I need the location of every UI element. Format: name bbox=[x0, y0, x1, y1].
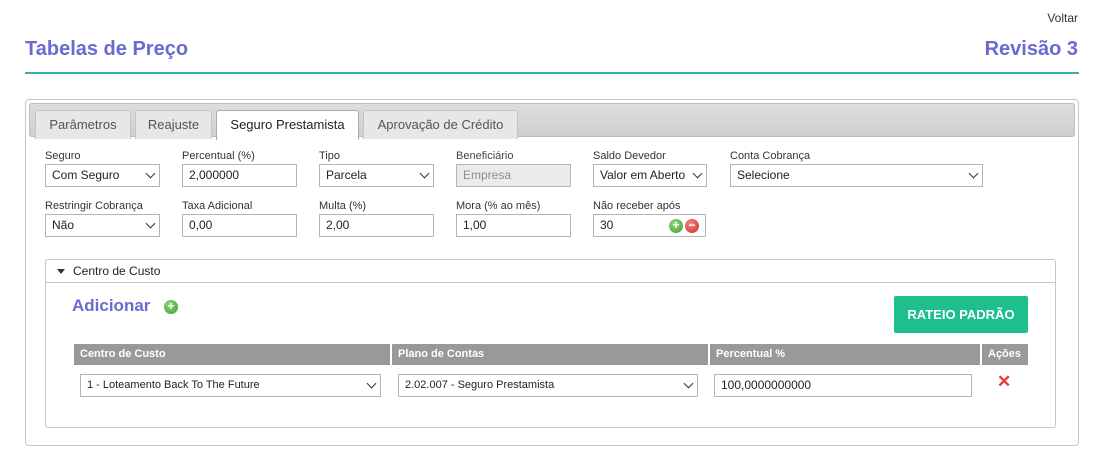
chevron-down-icon bbox=[968, 168, 979, 179]
revision-label: Revisão 3 bbox=[984, 38, 1078, 60]
tab-bar: Parâmetros Reajuste Seguro Prestamista A… bbox=[29, 103, 1075, 140]
saldo-devedor-select[interactable]: Valor em Aberto bbox=[593, 164, 707, 187]
back-link[interactable]: Voltar bbox=[1047, 11, 1078, 25]
tab-reajuste[interactable]: Reajuste bbox=[135, 110, 212, 139]
add-button[interactable]: Adicionar bbox=[72, 296, 150, 316]
taxa-adicional-input[interactable]: 0,00 bbox=[182, 214, 297, 237]
seguro-label: Seguro bbox=[45, 150, 81, 162]
centro-custo-value: 1 - Loteamento Back To The Future bbox=[87, 379, 260, 391]
taxa-adicional-label: Taxa Adicional bbox=[182, 200, 253, 212]
multa-label: Multa (%) bbox=[319, 200, 367, 212]
tab-seguro-prestamista[interactable]: Seguro Prestamista bbox=[216, 110, 359, 140]
seguro-select[interactable]: Com Seguro bbox=[45, 164, 160, 187]
restringir-value: Não bbox=[52, 218, 75, 232]
conta-cobranca-value: Selecione bbox=[737, 168, 790, 182]
beneficiario-label: Beneficiário bbox=[456, 150, 514, 162]
centro-custo-section: Centro de Custo Adicionar + RATEIO PADRÃ… bbox=[45, 259, 1056, 428]
seguro-value: Com Seguro bbox=[52, 168, 120, 182]
plano-contas-select[interactable]: 2.02.007 - Seguro Prestamista bbox=[398, 374, 698, 397]
plus-circle-icon[interactable]: + bbox=[669, 219, 683, 233]
page-title: Tabelas de Preço bbox=[25, 38, 189, 60]
nao-receber-value: 30 bbox=[600, 218, 614, 232]
saldo-devedor-label: Saldo Devedor bbox=[593, 150, 666, 162]
delete-icon[interactable]: ✕ bbox=[997, 372, 1011, 392]
main-panel: Parâmetros Reajuste Seguro Prestamista A… bbox=[25, 99, 1079, 446]
saldo-devedor-value: Valor em Aberto bbox=[600, 168, 686, 182]
mora-input[interactable]: 1,00 bbox=[456, 214, 571, 237]
chevron-down-icon bbox=[366, 378, 377, 389]
plano-contas-value: 2.02.007 - Seguro Prestamista bbox=[405, 379, 555, 391]
percentual-rateio-input[interactable]: 100,0000000000 bbox=[714, 374, 972, 397]
multa-input[interactable]: 2,00 bbox=[319, 214, 434, 237]
chevron-down-icon bbox=[692, 168, 703, 179]
beneficiario-input: Empresa bbox=[456, 164, 571, 187]
minus-circle-icon[interactable]: − bbox=[685, 219, 699, 233]
column-header-acoes: Ações bbox=[982, 344, 1028, 365]
conta-cobranca-select[interactable]: Selecione bbox=[730, 164, 983, 187]
column-header-plano: Plano de Contas bbox=[392, 344, 708, 365]
tipo-value: Parcela bbox=[326, 168, 367, 182]
column-header-centro: Centro de Custo bbox=[74, 344, 390, 365]
add-circle-icon[interactable]: + bbox=[164, 300, 178, 314]
column-header-percentual: Percentual % bbox=[710, 344, 980, 365]
centro-custo-select[interactable]: 1 - Loteamento Back To The Future bbox=[80, 374, 381, 397]
tipo-select[interactable]: Parcela bbox=[319, 164, 434, 187]
percentual-input[interactable]: 2,000000 bbox=[182, 164, 297, 187]
centro-custo-title: Centro de Custo bbox=[73, 264, 161, 278]
title-divider bbox=[25, 72, 1079, 74]
tab-aprovacao-credito[interactable]: Aprovação de Crédito bbox=[363, 110, 518, 139]
centro-custo-header[interactable]: Centro de Custo bbox=[46, 260, 1055, 283]
caret-down-icon bbox=[57, 269, 65, 274]
nao-receber-label: Não receber após bbox=[593, 200, 681, 212]
tipo-label: Tipo bbox=[319, 150, 340, 162]
chevron-down-icon bbox=[145, 218, 156, 229]
mora-label: Mora (% ao mês) bbox=[456, 200, 541, 212]
conta-cobranca-label: Conta Cobrança bbox=[730, 150, 811, 162]
chevron-down-icon bbox=[419, 168, 430, 179]
percentual-label: Percentual (%) bbox=[182, 150, 255, 162]
restringir-select[interactable]: Não bbox=[45, 214, 160, 237]
restringir-label: Restringir Cobrança bbox=[45, 200, 143, 212]
tab-parametros[interactable]: Parâmetros bbox=[35, 110, 131, 139]
chevron-down-icon bbox=[683, 378, 694, 389]
chevron-down-icon bbox=[145, 168, 156, 179]
rateio-padrao-button[interactable]: RATEIO PADRÃO bbox=[894, 296, 1028, 333]
